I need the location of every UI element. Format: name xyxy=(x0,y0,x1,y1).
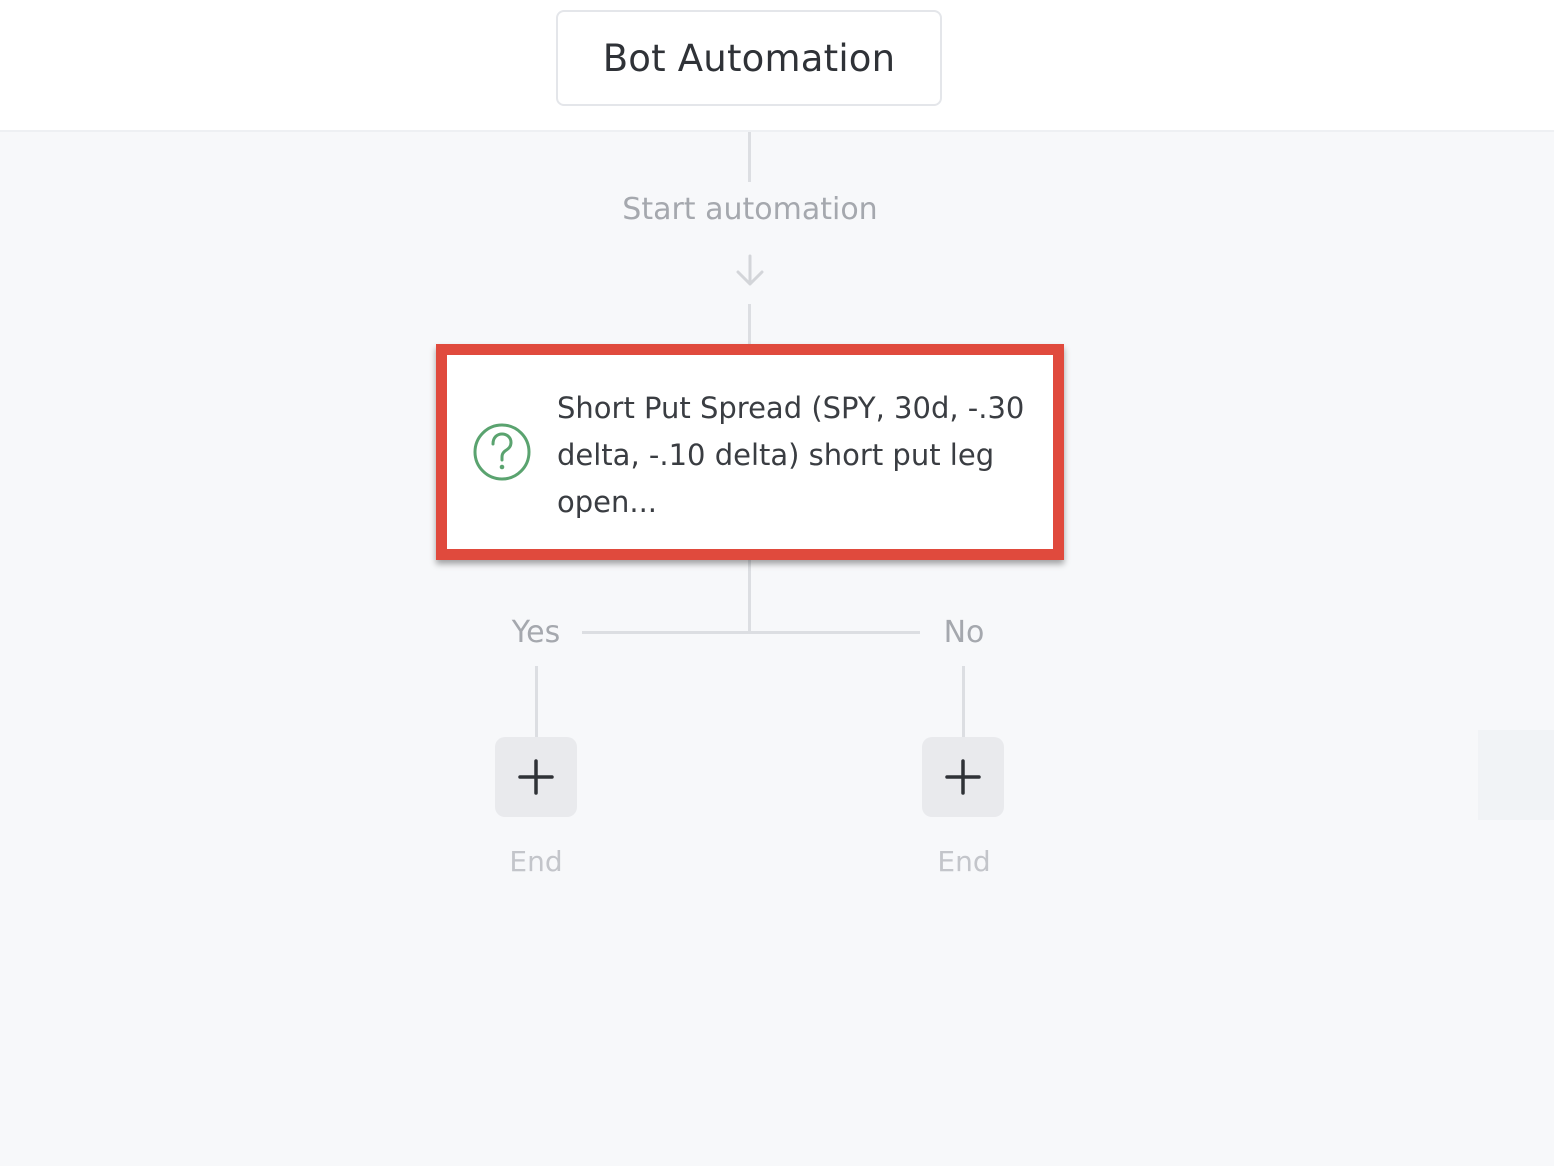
automation-title[interactable]: Bot Automation xyxy=(556,10,942,106)
arrow-down-icon xyxy=(736,254,764,286)
connector-line xyxy=(535,666,538,738)
connector-line xyxy=(748,132,751,182)
connector-line xyxy=(962,666,965,738)
connector-line xyxy=(748,560,751,632)
branch-no-label: No xyxy=(943,615,985,650)
branch-connector xyxy=(582,631,920,634)
add-step-no-button[interactable] xyxy=(922,737,1004,817)
branch-yes-label: Yes xyxy=(511,615,561,650)
condition-text: Short Put Spread (SPY, 30d, -.30 delta, … xyxy=(557,391,1025,519)
header-bar: Bot Automation xyxy=(0,0,1554,132)
start-automation-label: Start automation xyxy=(622,192,878,227)
question-circle-icon xyxy=(473,423,531,481)
end-no-label: End xyxy=(937,845,991,878)
end-yes-label: End xyxy=(509,845,563,878)
add-step-yes-button[interactable] xyxy=(495,737,577,817)
condition-node[interactable]: Short Put Spread (SPY, 30d, -.30 delta, … xyxy=(436,344,1064,560)
side-panel-edge xyxy=(1478,730,1554,820)
plus-icon xyxy=(518,759,554,795)
connector-line xyxy=(748,304,751,344)
plus-icon xyxy=(945,759,981,795)
